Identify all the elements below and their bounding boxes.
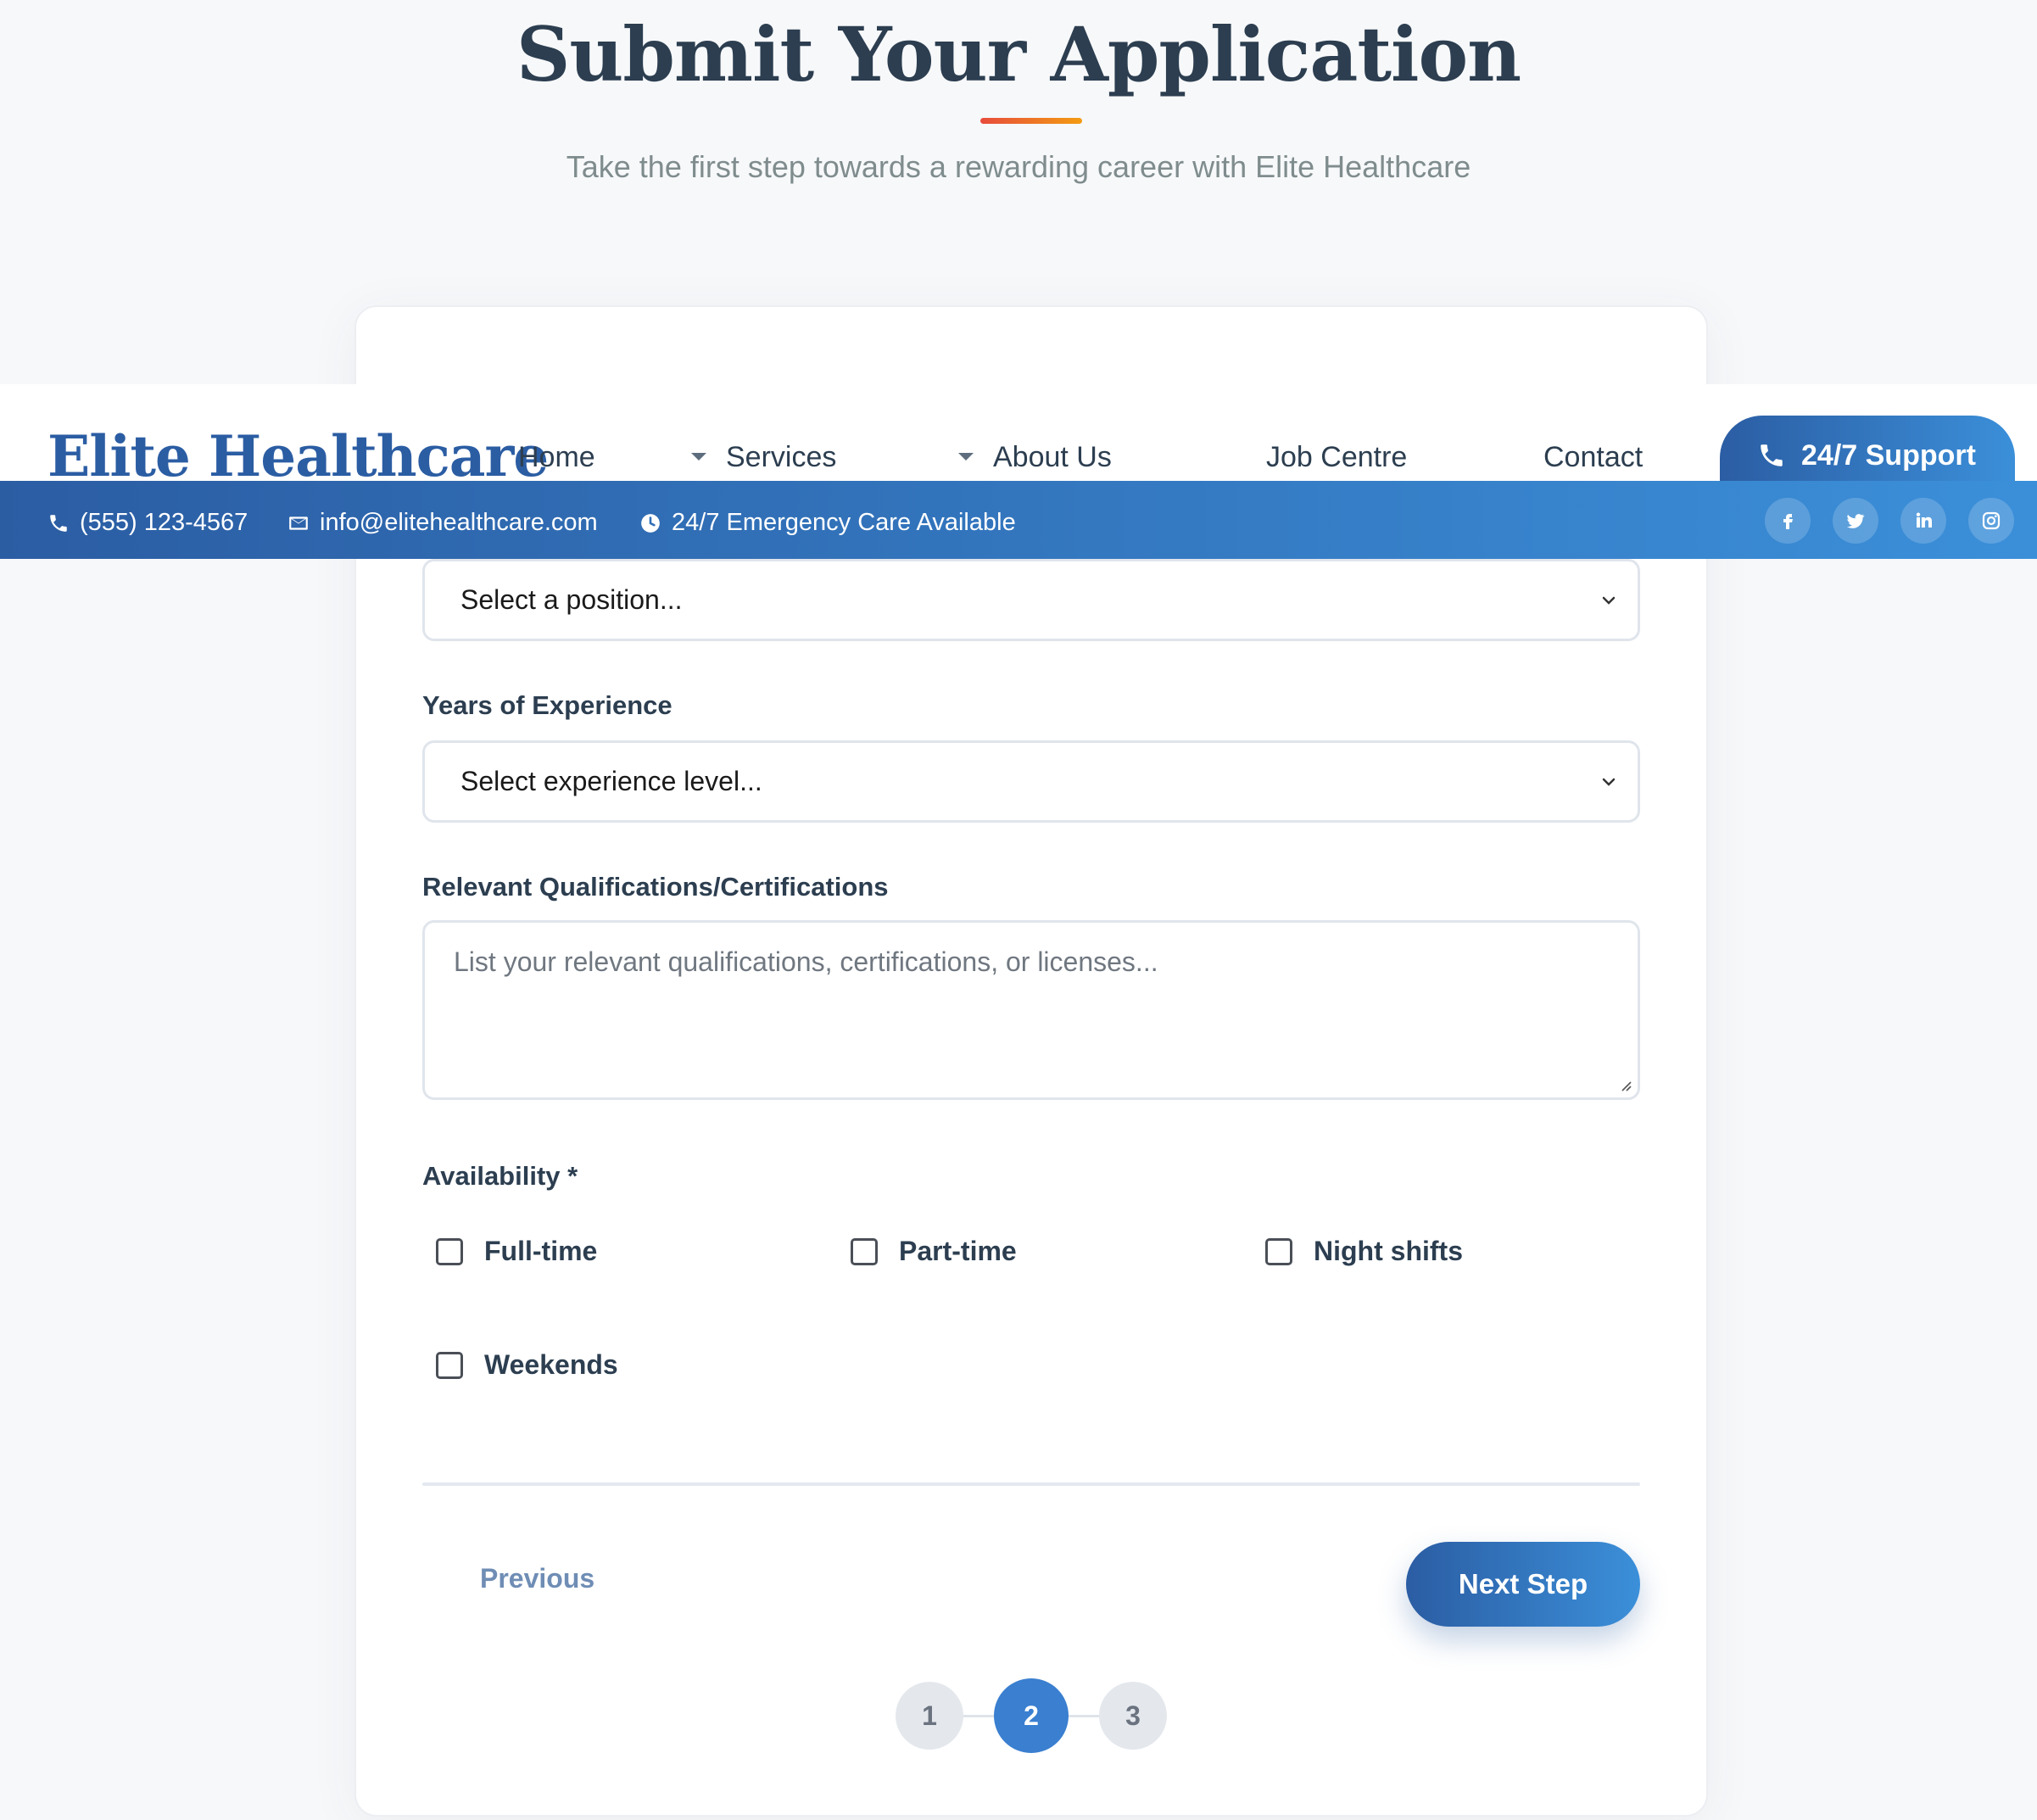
envelope-icon bbox=[289, 516, 308, 530]
page-subtitle: Take the first step towards a rewarding … bbox=[566, 149, 1471, 184]
qualifications-textarea[interactable]: List your relevant qualifications, certi… bbox=[422, 920, 1640, 1100]
checkbox-label: Part-time bbox=[899, 1236, 1017, 1266]
form-divider bbox=[422, 1482, 1640, 1486]
title-underline bbox=[980, 118, 1082, 124]
nav-item-services[interactable]: Services bbox=[726, 441, 836, 474]
checkbox[interactable] bbox=[1265, 1237, 1292, 1265]
caret-down-icon[interactable] bbox=[958, 453, 974, 461]
availability-option-weekends[interactable]: Weekends bbox=[436, 1349, 618, 1381]
instagram-icon[interactable] bbox=[1968, 498, 2014, 544]
topbar-email-text: info@elitehealthcare.com bbox=[320, 509, 598, 536]
step-indicator-2-current: 2 bbox=[994, 1678, 1069, 1753]
experience-select[interactable]: Select experience level... bbox=[422, 740, 1640, 823]
nav-item-job-centre[interactable]: Job Centre bbox=[1266, 441, 1407, 474]
checkbox-label: Weekends bbox=[484, 1349, 618, 1380]
qualifications-label: Relevant Qualifications/Certifications bbox=[422, 872, 889, 902]
linkedin-icon[interactable] bbox=[1900, 498, 1946, 544]
nav-item-about-us[interactable]: About Us bbox=[993, 441, 1112, 474]
support-button-label: 24/7 Support bbox=[1801, 439, 1976, 472]
availability-label: Availability * bbox=[422, 1161, 578, 1191]
step-indicator-3: 3 bbox=[1099, 1682, 1167, 1750]
topbar-emergency-text: 24/7 Emergency Care Available bbox=[672, 509, 1016, 536]
phone-icon bbox=[1761, 444, 1783, 466]
checkbox-label: Full-time bbox=[484, 1236, 598, 1266]
chevron-down-icon bbox=[1602, 778, 1616, 786]
resize-handle-icon[interactable] bbox=[1617, 1077, 1632, 1092]
availability-option-part-time[interactable]: Part-time bbox=[851, 1236, 1017, 1267]
phone-icon bbox=[50, 514, 67, 532]
twitter-icon[interactable] bbox=[1833, 498, 1878, 544]
experience-select-value: Select experience level... bbox=[460, 766, 762, 796]
availability-option-full-time[interactable]: Full-time bbox=[436, 1236, 597, 1267]
page-title: Submit Your Application bbox=[516, 10, 1521, 98]
step-indicator-1: 1 bbox=[896, 1682, 963, 1750]
facebook-icon[interactable] bbox=[1765, 498, 1811, 544]
logo[interactable]: Elite Healthcare bbox=[47, 423, 549, 489]
caret-down-icon[interactable] bbox=[691, 453, 706, 461]
checkbox[interactable] bbox=[436, 1351, 463, 1379]
nav-item-home[interactable]: Home bbox=[518, 441, 595, 474]
availability-option-night-shifts[interactable]: Night shifts bbox=[1265, 1236, 1463, 1267]
checkbox[interactable] bbox=[851, 1237, 878, 1265]
experience-label: Years of Experience bbox=[422, 690, 672, 720]
topbar-email[interactable]: info@elitehealthcare.com bbox=[287, 509, 598, 537]
next-step-button[interactable]: Next Step bbox=[1406, 1542, 1640, 1627]
chevron-down-icon bbox=[1602, 596, 1616, 605]
checkbox-label: Night shifts bbox=[1314, 1236, 1463, 1266]
qualifications-placeholder: List your relevant qualifications, certi… bbox=[454, 946, 1158, 977]
nav-item-contact[interactable]: Contact bbox=[1543, 441, 1643, 474]
position-select[interactable]: Select a position... bbox=[422, 559, 1640, 641]
topbar-emergency: 24/7 Emergency Care Available bbox=[639, 509, 1016, 537]
checkbox[interactable] bbox=[436, 1237, 463, 1265]
topbar-phone[interactable]: (555) 123-4567 bbox=[47, 509, 248, 537]
position-select-value: Select a position... bbox=[460, 584, 683, 615]
topbar-phone-text: (555) 123-4567 bbox=[80, 509, 248, 536]
previous-button[interactable]: Previous bbox=[480, 1563, 594, 1594]
clock-icon bbox=[641, 513, 660, 533]
